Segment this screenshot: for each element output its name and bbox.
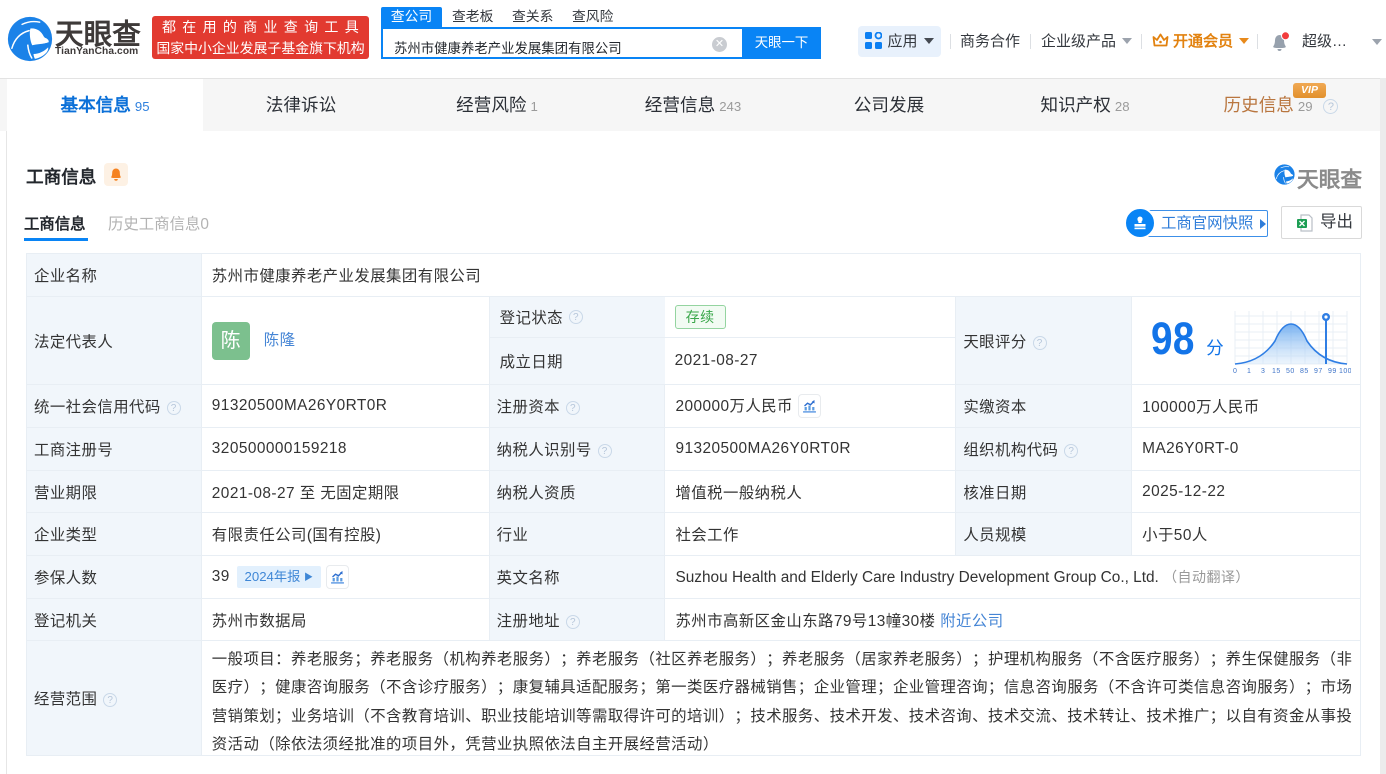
svg-text:15: 15 <box>1272 368 1281 375</box>
svg-text:3: 3 <box>1261 368 1265 375</box>
svg-text:100: 100 <box>1339 368 1351 375</box>
svg-text:0: 0 <box>1233 368 1237 375</box>
svg-text:85: 85 <box>1300 368 1309 375</box>
svg-text:50: 50 <box>1286 368 1295 375</box>
svg-text:97: 97 <box>1314 368 1323 375</box>
svg-text:1: 1 <box>1247 368 1251 375</box>
svg-text:99: 99 <box>1328 368 1337 375</box>
